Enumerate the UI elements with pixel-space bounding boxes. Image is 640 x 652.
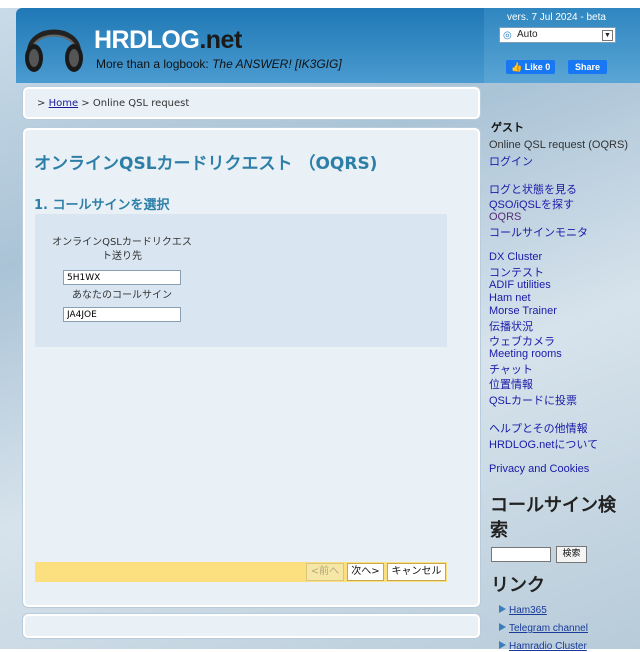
link-hamradio-cluster[interactable]: Hamradio Cluster [499, 641, 587, 652]
sidebar-item-propagation[interactable]: 伝播状況 [489, 318, 533, 334]
own-callsign-label: あなたのコールサイン [72, 290, 172, 301]
breadcrumb: > Home > Online QSL request [37, 98, 189, 109]
sidebar-item-callsign-monitor[interactable]: コールサインモニタ [489, 224, 588, 240]
site-logo-title[interactable]: HRDLOG.net [94, 26, 242, 55]
sidebar-item-morse-trainer[interactable]: Morse Trainer [489, 305, 557, 317]
breadcrumb-separator: > [81, 98, 90, 109]
thumbs-up-icon: 👍 [511, 62, 523, 72]
cancel-button[interactable]: キャンセル [387, 563, 446, 581]
sidebar-item-ham-net[interactable]: Ham net [489, 292, 531, 304]
breadcrumb-prefix: > [37, 98, 46, 109]
links-heading: リンク [491, 575, 545, 595]
sidebar-item-search-qso[interactable]: QSO/iQSLを探す [489, 196, 574, 212]
sidebar-item-meeting-rooms[interactable]: Meeting rooms [489, 348, 562, 360]
logo-main-text: HRDLOG [94, 26, 200, 54]
footer-panel [22, 613, 481, 639]
sidebar-item-contest[interactable]: コンテスト [489, 264, 544, 280]
link-hamradio-cluster-label: Hamradio Cluster [509, 641, 587, 652]
sidebar-item-help[interactable]: ヘルプとその他情報 [489, 420, 588, 436]
sidebar-login-link[interactable]: ログイン [489, 153, 533, 169]
sidebar-current-page: Online QSL request (OQRS) [489, 139, 628, 151]
callsign-search-heading: コールサイン検索 [490, 495, 616, 540]
tagline-italic: The ANSWER! [IK3GIG] [212, 57, 342, 71]
language-select[interactable]: ◎ Auto ▼ [499, 27, 616, 43]
sidebar-item-location[interactable]: 位置情報 [489, 376, 533, 392]
sidebar-item-qsl-vote[interactable]: QSLカードに投票 [489, 392, 577, 408]
arrow-bullet-icon [499, 605, 506, 613]
chevron-down-icon[interactable]: ▼ [602, 30, 613, 41]
wizard-button-bar [35, 562, 447, 582]
sidebar-item-view-log[interactable]: ログと状態を見る [489, 181, 577, 197]
tagline-prefix: More than a logbook: [96, 57, 213, 71]
like-label: Like 0 [524, 62, 551, 72]
headphones-logo-icon [25, 29, 83, 72]
recipient-callsign-input[interactable] [63, 270, 181, 285]
version-label: vers. 7 Jul 2024 - beta [507, 12, 606, 23]
link-telegram[interactable]: Telegram channel [499, 623, 588, 634]
globe-icon: ◎ [503, 30, 512, 41]
sidebar-item-adif-utilities[interactable]: ADIF utilities [489, 279, 551, 291]
callsign-search-button[interactable]: 検索 [556, 546, 587, 563]
sidebar-user-heading: ゲスト [491, 122, 524, 134]
language-select-value: Auto [517, 29, 538, 40]
recipient-label: オンラインQSLカードリクエスト送り先 [52, 237, 192, 262]
arrow-bullet-icon [499, 623, 506, 631]
sidebar-item-webcam[interactable]: ウェブカメラ [489, 333, 555, 349]
sidebar-item-privacy[interactable]: Privacy and Cookies [489, 463, 589, 475]
arrow-bullet-icon [499, 641, 506, 649]
callsign-search-input[interactable] [491, 547, 551, 562]
breadcrumb-current: Online QSL request [92, 98, 190, 109]
site-tagline: More than a logbook: The ANSWER! [IK3GIG… [96, 57, 342, 71]
site-header [16, 8, 484, 83]
link-ham365-label: Ham365 [509, 605, 547, 616]
facebook-share-button[interactable]: Share [568, 60, 608, 74]
prev-button[interactable]: <前へ [306, 563, 344, 581]
logo-tld-text: .net [199, 26, 242, 54]
link-ham365[interactable]: Ham365 [499, 605, 547, 616]
page-title: オンラインQSLカードリクエスト （OQRS) [34, 154, 378, 174]
sidebar-item-dx-cluster[interactable]: DX Cluster [489, 251, 542, 263]
own-callsign-input[interactable] [63, 307, 181, 322]
step-title: 1. コールサインを選択 [34, 198, 170, 213]
sidebar-item-oqrs[interactable]: OQRS [489, 211, 521, 223]
link-telegram-label: Telegram channel [509, 623, 588, 634]
facebook-like-button[interactable]: 👍 Like 0 [506, 60, 556, 74]
sidebar-item-about[interactable]: HRDLOG.netについて [489, 436, 598, 452]
breadcrumb-home-link[interactable]: Home [49, 98, 79, 109]
sidebar-item-chat[interactable]: チャット [489, 361, 533, 377]
next-button[interactable]: 次へ> [347, 563, 384, 581]
